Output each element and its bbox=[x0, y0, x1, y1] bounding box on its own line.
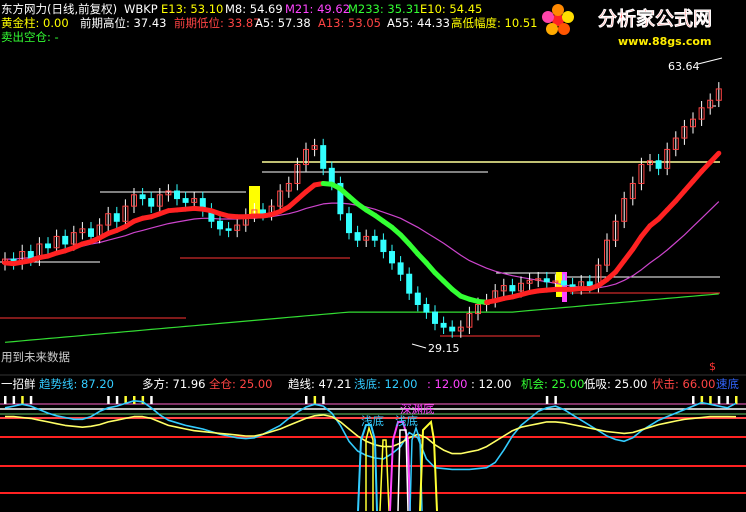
annotation-shallow-bottom-1: 浅底 bbox=[361, 414, 384, 428]
header2-value-0: 黄金柱: 0.00 bbox=[1, 16, 69, 30]
signal-bar bbox=[313, 396, 317, 404]
candle-body bbox=[139, 194, 146, 200]
header2-value-6: 高低幅度: 10.51 bbox=[451, 16, 537, 30]
indicator-name: WBKP bbox=[124, 2, 158, 16]
candle-body bbox=[320, 145, 327, 169]
candle-body bbox=[509, 285, 516, 292]
candle-body bbox=[561, 280, 567, 286]
lower-value-10: 伏击: 66.00 bbox=[652, 377, 715, 391]
signal-bar bbox=[107, 396, 110, 404]
lower-value-6: : 12.00 bbox=[427, 377, 467, 391]
candle-body bbox=[655, 160, 662, 169]
candle-body bbox=[380, 239, 387, 253]
candle-body bbox=[354, 232, 361, 241]
header2-value-1: 前期高位: 37.43 bbox=[80, 16, 166, 30]
lower-value-5: 浅底: 12.00 bbox=[354, 377, 417, 391]
signal-bar bbox=[4, 396, 7, 404]
header2-value-3: A5: 57.38 bbox=[255, 16, 311, 30]
signal-bar bbox=[12, 396, 16, 404]
candle-body bbox=[449, 326, 456, 332]
candle-body bbox=[225, 228, 232, 231]
candle-body bbox=[346, 213, 352, 234]
header2-value-4: A13: 53.05 bbox=[318, 16, 381, 30]
signal-bar bbox=[21, 396, 24, 404]
annotation-shallow-bottom-2: 浅底 bbox=[395, 414, 418, 428]
lower-value-9: 低吸: 25.00 bbox=[584, 377, 647, 391]
candle-body bbox=[217, 220, 223, 230]
dollar-mark: $ bbox=[709, 360, 716, 373]
header-value-2: M21: 49.62 bbox=[285, 2, 350, 16]
signal-bar bbox=[726, 396, 729, 404]
candle-body bbox=[148, 198, 155, 207]
candle-body bbox=[432, 311, 438, 324]
signal-bar bbox=[115, 396, 119, 404]
header2-value-2: 前期低位: 33.87 bbox=[174, 16, 260, 30]
watermark-brand: 分析家公式网 bbox=[598, 7, 712, 30]
chart-title: 东方网力(日线,前复权) bbox=[1, 2, 117, 16]
lower-value-0: 一招鲜 bbox=[1, 377, 36, 391]
lower-value-4: 趋线: 47.21 bbox=[288, 377, 351, 391]
candle-body bbox=[174, 190, 180, 200]
candle-body bbox=[88, 228, 94, 237]
header-value-4: E10: 54.45 bbox=[420, 2, 482, 16]
signal-bar bbox=[322, 396, 325, 404]
candle-body bbox=[371, 235, 378, 241]
lower-value-1: 趋势线: 87.20 bbox=[39, 377, 114, 391]
candle-body bbox=[45, 243, 51, 249]
watermark-url: www.88gs.com bbox=[618, 35, 711, 48]
signal-bar bbox=[545, 396, 549, 404]
signal-bar bbox=[29, 396, 33, 404]
header-value-1: M8: 54.69 bbox=[225, 2, 283, 16]
candle-body bbox=[586, 281, 593, 287]
candle-body bbox=[423, 303, 430, 313]
stock-chart: 东方网力(日线,前复权) WBKP E13: 53.10 M8: 54.69 M21… bbox=[0, 0, 746, 512]
candle-body bbox=[113, 213, 120, 222]
signal-bar bbox=[133, 396, 136, 404]
signal-bar bbox=[150, 396, 153, 404]
candle-body bbox=[328, 167, 335, 184]
candle-body bbox=[414, 292, 421, 305]
signal-bar bbox=[305, 396, 308, 404]
lower-value-8: 机会: 25.00 bbox=[521, 377, 584, 391]
candle-body bbox=[543, 278, 550, 283]
signal-bar bbox=[692, 396, 695, 404]
lower-value-11: 速底 bbox=[716, 377, 739, 391]
price-high-label: 63.64 bbox=[668, 60, 700, 73]
signal-bar bbox=[717, 396, 721, 404]
candle-body bbox=[440, 322, 447, 328]
lower-value-7: : 12.00 bbox=[471, 377, 511, 391]
lower-value-2: 多方: 71.96 bbox=[142, 377, 205, 391]
candle-body bbox=[62, 235, 69, 245]
lower-value-3: 全仓: 25.00 bbox=[209, 377, 272, 391]
price-low-label: 29.15 bbox=[428, 342, 460, 355]
header-value-0: E13: 53.10 bbox=[161, 2, 223, 16]
future-data-note: 用到未来数据 bbox=[1, 350, 70, 364]
signal-bar bbox=[554, 396, 557, 404]
header2-value-5: A55: 44.33 bbox=[387, 16, 450, 30]
candle-body bbox=[406, 273, 413, 294]
candle-body bbox=[397, 262, 404, 275]
sell-signal-label: 卖出空仓: - bbox=[1, 30, 59, 44]
candle-body bbox=[389, 251, 395, 264]
header-value-3: M233: 35.31 bbox=[348, 2, 420, 16]
signal-bar bbox=[709, 396, 712, 404]
candle-body bbox=[182, 198, 189, 203]
